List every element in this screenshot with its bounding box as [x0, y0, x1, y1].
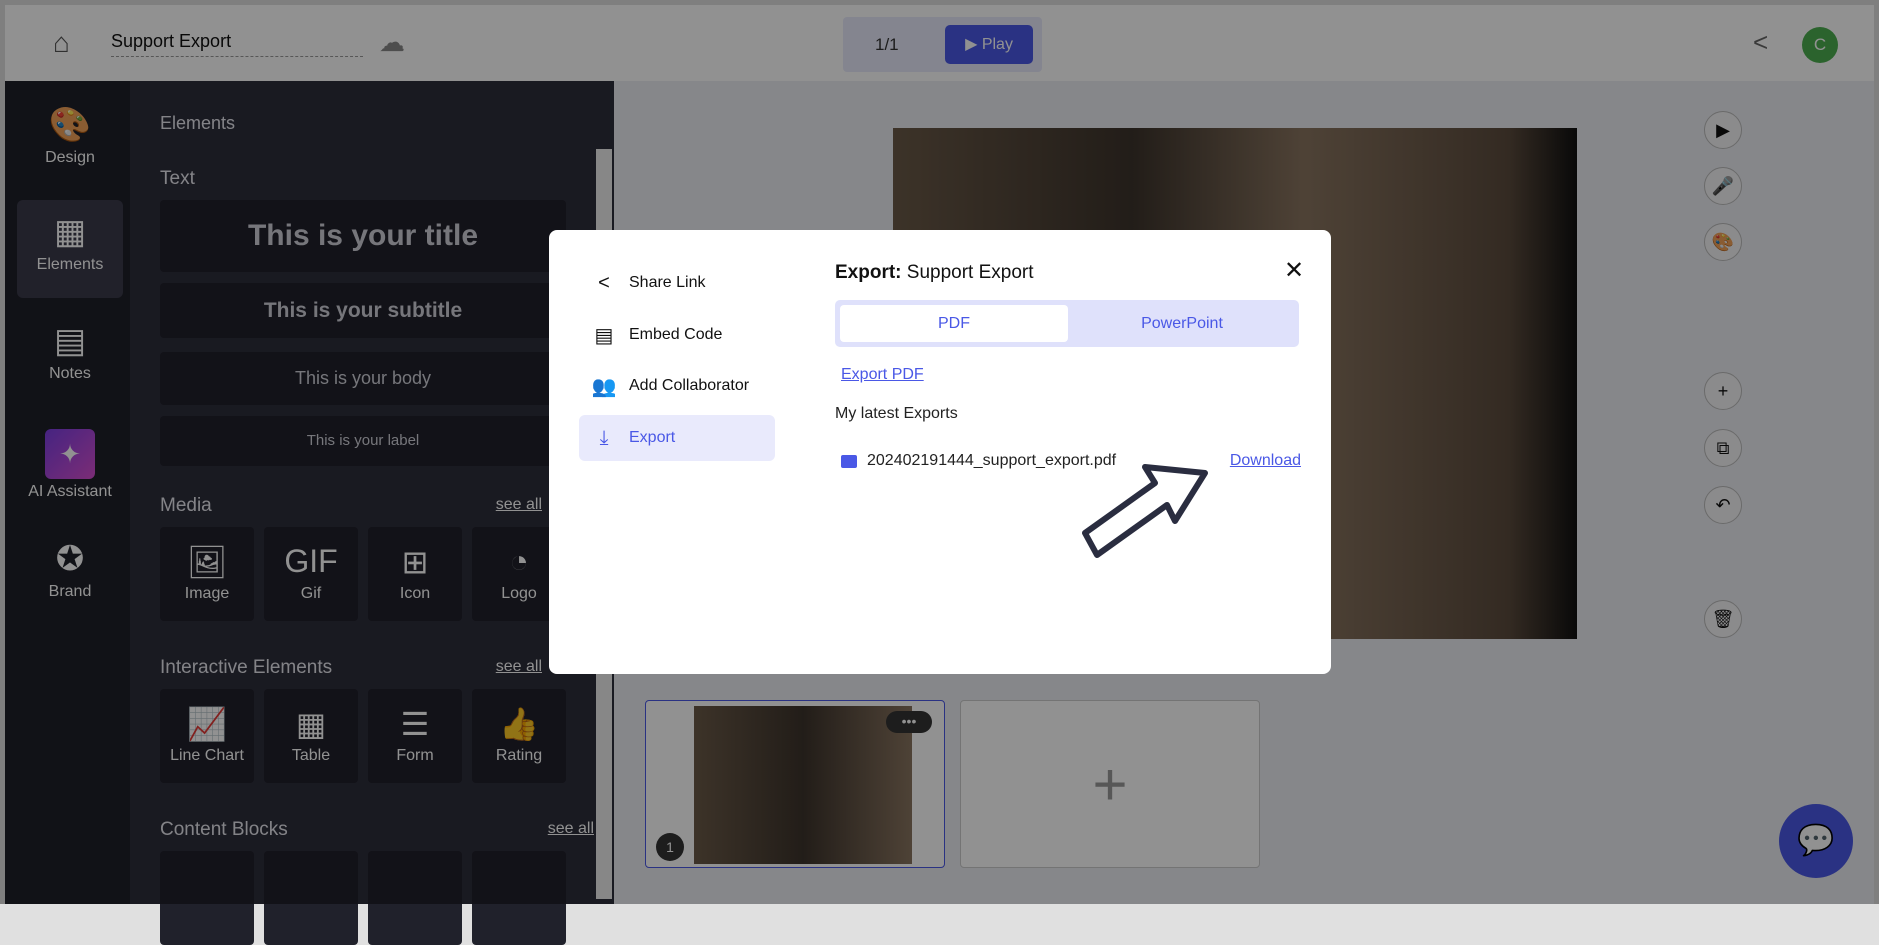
export-row: 202402191444_support_export.pdf Download	[841, 450, 1301, 472]
nav-export[interactable]: ⤓ Export	[579, 415, 775, 461]
nav-share-link[interactable]: < Share Link	[579, 260, 775, 306]
export-pdf-link[interactable]: Export PDF	[841, 366, 924, 384]
tab-pdf[interactable]: PDF	[840, 305, 1068, 342]
close-icon[interactable]: ✕	[1284, 256, 1304, 285]
people-icon: 👥	[591, 375, 617, 398]
download-icon: ⤓	[599, 426, 609, 449]
download-link[interactable]: Download	[1230, 452, 1301, 470]
latest-exports-heading: My latest Exports	[835, 405, 958, 422]
folder-icon	[841, 454, 857, 468]
nav-embed-code[interactable]: ▤ Embed Code	[579, 312, 775, 358]
modal-title: Export: Support Export	[835, 262, 1034, 283]
pointer-arrow-icon	[1082, 464, 1208, 558]
share-modal: < Share Link ▤ Embed Code 👥 Add Collaborato…	[549, 230, 1331, 674]
share-icon: <	[598, 271, 610, 294]
nav-add-collaborator[interactable]: 👥 Add Collaborator	[579, 363, 775, 409]
tab-powerpoint[interactable]: PowerPoint	[1068, 305, 1296, 342]
format-tabs: PDF PowerPoint	[835, 300, 1299, 347]
embed-icon: ▤	[594, 324, 614, 347]
